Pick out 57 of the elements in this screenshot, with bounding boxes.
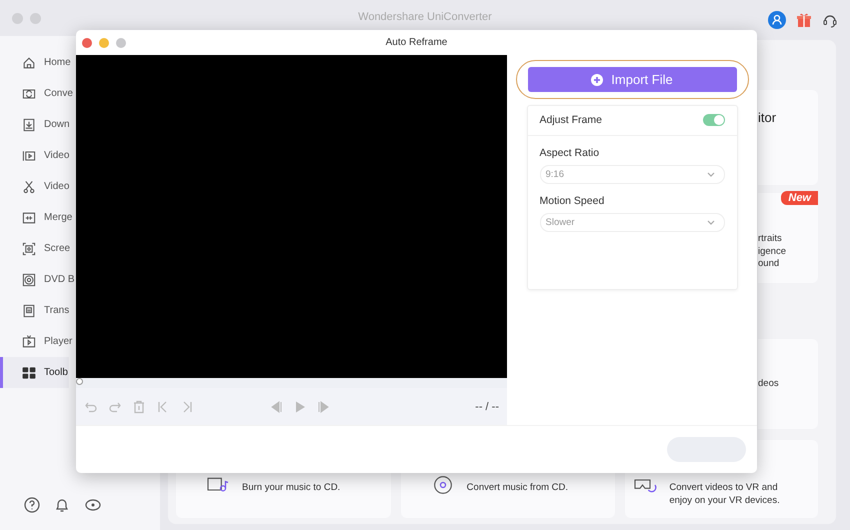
sidebar-item[interactable]: Merge (0, 202, 74, 233)
sidebar-item[interactable]: Toolb (0, 357, 69, 388)
sidebar-item[interactable]: Trans (0, 295, 70, 326)
sidebar-item[interactable]: Scree (0, 233, 72, 264)
card-description: ound (758, 258, 780, 271)
setting-label: Motion Speed (540, 195, 606, 207)
home-icon (21, 54, 37, 70)
playhead-handle[interactable] (76, 378, 83, 385)
minimize-button[interactable] (99, 38, 109, 48)
previous-frame-icon[interactable] (269, 400, 283, 414)
chevron-down-icon (706, 220, 714, 226)
sidebar-item[interactable]: Video (0, 140, 70, 171)
setting-label: Adjust Frame (540, 114, 602, 126)
dialog-title: Auto Reframe (386, 37, 448, 48)
tv-icon (21, 334, 37, 350)
sidebar-item[interactable]: Conve (0, 78, 74, 109)
sidebar-item[interactable]: Down (0, 109, 71, 140)
plus-icon (591, 74, 604, 86)
card-description: rtraits (758, 233, 783, 246)
bell-icon[interactable] (54, 497, 70, 513)
card-description: enjoy on your VR devices. (669, 494, 780, 507)
delete-icon[interactable] (132, 400, 146, 414)
card-description: deos (758, 378, 780, 390)
zoom-button[interactable] (116, 38, 126, 48)
merge-icon (21, 210, 37, 226)
tool-card[interactable]: deos (758, 339, 818, 429)
chevron-down-icon (706, 172, 714, 178)
sidebar-item[interactable]: Player (0, 326, 74, 357)
next-frame-icon[interactable] (317, 400, 331, 414)
sidebar-item[interactable]: Home (0, 47, 72, 78)
close-button[interactable] (82, 38, 92, 48)
time-display: -- / -- (475, 400, 500, 412)
card-title: itor (758, 110, 778, 125)
card-description: igence (758, 246, 787, 258)
user-icon[interactable] (768, 11, 786, 29)
play-icon[interactable] (293, 400, 307, 414)
sidebar-item[interactable]: DVD B (0, 264, 76, 295)
document-icon (21, 302, 37, 318)
download-icon (21, 116, 37, 132)
setting-label: Aspect Ratio (540, 147, 600, 159)
window-title: Wondershare UniConverter (358, 11, 492, 23)
card-description: Convert videos to VR and (669, 481, 779, 494)
window-control-button[interactable] (30, 12, 41, 24)
import-file-button[interactable]: Import File (528, 67, 736, 92)
sidebar-item[interactable]: Video (0, 171, 70, 202)
window-control-button[interactable] (12, 12, 23, 24)
scissors-icon (21, 178, 37, 194)
help-icon[interactable] (24, 497, 40, 513)
toggle-switch[interactable] (702, 114, 724, 126)
gift-icon[interactable] (796, 12, 812, 28)
card-description: Convert music from CD. (466, 481, 568, 494)
tool-card[interactable]: New rtraits igence ound (758, 193, 818, 283)
card-description: Burn your music to CD. (242, 481, 340, 494)
new-badge: New (781, 191, 818, 205)
screen-icon (21, 240, 37, 256)
tool-card[interactable]: itor (758, 90, 818, 185)
grid-icon (21, 364, 37, 380)
